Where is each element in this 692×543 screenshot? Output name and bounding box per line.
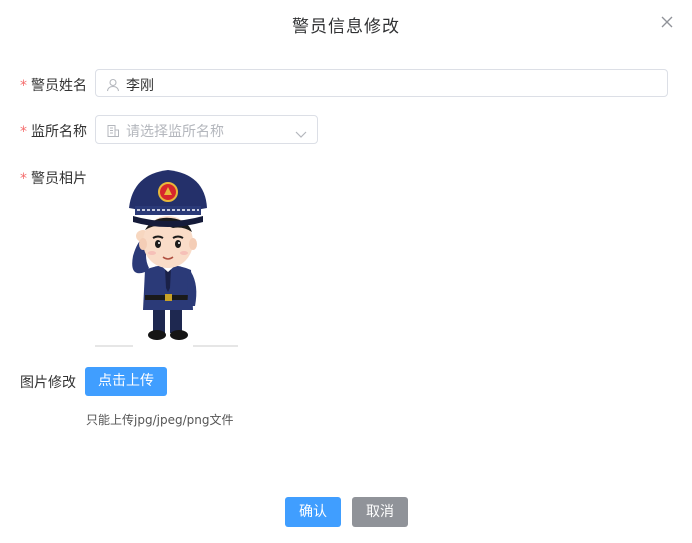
- officer-name-value: 李刚: [126, 78, 154, 94]
- prison-name-label: * 监所名称: [20, 121, 87, 141]
- dialog-title: 警员信息修改: [292, 17, 400, 37]
- chevron-down-icon[interactable]: [295, 125, 307, 138]
- officer-photo-label-text: 警员相片: [31, 171, 87, 187]
- upload-button[interactable]: 点击上传: [85, 367, 167, 396]
- photo-change-label: 图片修改: [20, 375, 76, 391]
- required-mark: *: [20, 171, 27, 187]
- prison-name-placeholder: 请选择监所名称: [126, 124, 224, 140]
- officer-name-label-text: 警员姓名: [31, 78, 87, 94]
- cancel-button[interactable]: 取消: [352, 497, 408, 527]
- officer-photo: [93, 160, 243, 350]
- edit-officer-dialog: 警员信息修改 * 警员姓名 李刚 * 监所名称 请选择监所名称 * 警员相片 图…: [0, 0, 692, 543]
- building-icon: [106, 123, 120, 137]
- prison-name-select[interactable]: 请选择监所名称: [95, 115, 318, 144]
- required-mark: *: [20, 78, 27, 94]
- officer-name-label: * 警员姓名: [20, 75, 87, 95]
- confirm-button[interactable]: 确认: [285, 497, 341, 527]
- prison-name-label-text: 监所名称: [31, 124, 87, 140]
- user-icon: [106, 77, 120, 92]
- upload-hint: 只能上传jpg/jpeg/png文件: [86, 413, 234, 427]
- required-mark: *: [20, 124, 27, 140]
- officer-name-input[interactable]: 李刚: [95, 69, 668, 97]
- close-icon[interactable]: [660, 14, 674, 28]
- officer-photo-label: * 警员相片: [20, 168, 87, 188]
